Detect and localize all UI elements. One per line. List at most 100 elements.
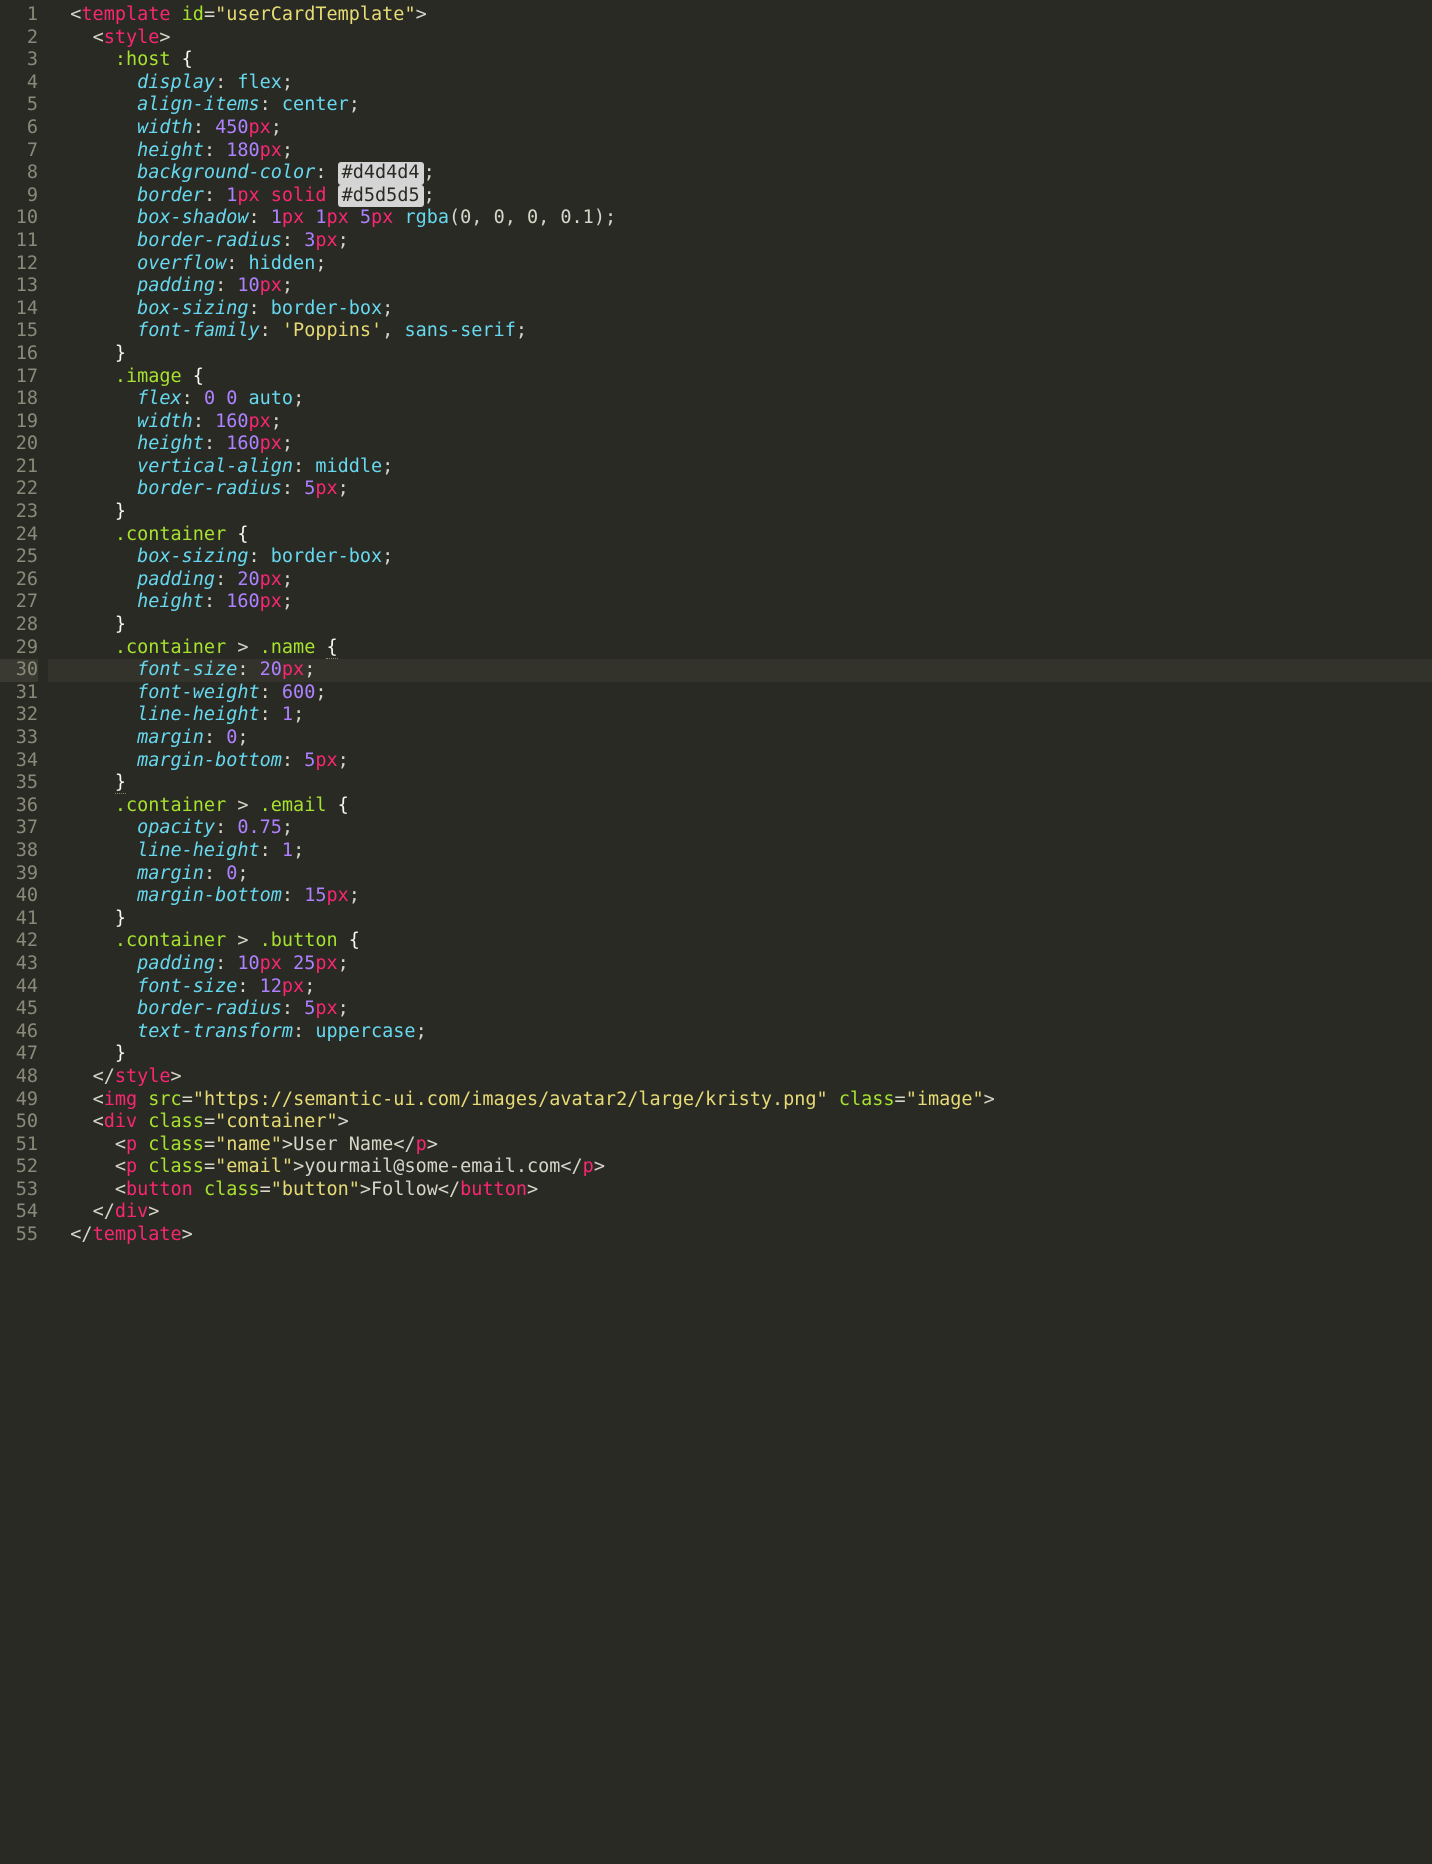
- line-number: 13: [0, 275, 38, 298]
- code-line[interactable]: display: flex;: [48, 72, 1432, 95]
- line-number: 21: [0, 456, 38, 479]
- line-number: 25: [0, 546, 38, 569]
- line-number: 8: [0, 162, 38, 185]
- code-line[interactable]: <style>: [48, 27, 1432, 50]
- line-number: 55: [0, 1224, 38, 1247]
- line-number-gutter: 1234567891011121314151617181920212223242…: [0, 0, 48, 1247]
- code-line[interactable]: font-size: 12px;: [48, 976, 1432, 999]
- code-line[interactable]: .container > .name {: [48, 637, 1432, 660]
- line-number: 31: [0, 682, 38, 705]
- code-line[interactable]: border-radius: 5px;: [48, 998, 1432, 1021]
- code-line[interactable]: }: [48, 501, 1432, 524]
- code-line[interactable]: </div>: [48, 1201, 1432, 1224]
- line-number: 15: [0, 320, 38, 343]
- code-line[interactable]: }: [48, 343, 1432, 366]
- line-number: 5: [0, 94, 38, 117]
- code-editor-content[interactable]: <template id="userCardTemplate"> <style>…: [48, 0, 1432, 1247]
- line-number: 49: [0, 1089, 38, 1112]
- code-line[interactable]: align-items: center;: [48, 94, 1432, 117]
- code-line[interactable]: flex: 0 0 auto;: [48, 388, 1432, 411]
- code-line[interactable]: </style>: [48, 1066, 1432, 1089]
- line-number: 4: [0, 72, 38, 95]
- line-number: 41: [0, 908, 38, 931]
- code-line[interactable]: }: [48, 1043, 1432, 1066]
- line-number: 35: [0, 772, 38, 795]
- code-line[interactable]: margin-bottom: 15px;: [48, 885, 1432, 908]
- code-line[interactable]: }: [48, 908, 1432, 931]
- code-line[interactable]: </template>: [48, 1224, 1432, 1247]
- code-line[interactable]: height: 180px;: [48, 140, 1432, 163]
- line-number: 22: [0, 478, 38, 501]
- code-line[interactable]: overflow: hidden;: [48, 253, 1432, 276]
- code-line[interactable]: <p class="email">yourmail@some-email.com…: [48, 1156, 1432, 1179]
- code-line[interactable]: line-height: 1;: [48, 704, 1432, 727]
- line-number: 26: [0, 569, 38, 592]
- line-number: 10: [0, 207, 38, 230]
- line-number: 48: [0, 1066, 38, 1089]
- line-number: 9: [0, 185, 38, 208]
- line-number: 32: [0, 704, 38, 727]
- code-line[interactable]: <template id="userCardTemplate">: [48, 4, 1432, 27]
- line-number: 39: [0, 863, 38, 886]
- line-number: 38: [0, 840, 38, 863]
- line-number: 52: [0, 1156, 38, 1179]
- line-number: 34: [0, 750, 38, 773]
- code-line[interactable]: <p class="name">User Name</p>: [48, 1134, 1432, 1157]
- code-line[interactable]: height: 160px;: [48, 433, 1432, 456]
- line-number: 18: [0, 388, 38, 411]
- code-line[interactable]: margin: 0;: [48, 863, 1432, 886]
- line-number: 54: [0, 1201, 38, 1224]
- code-line[interactable]: .image {: [48, 366, 1432, 389]
- code-line[interactable]: }: [48, 614, 1432, 637]
- code-line[interactable]: :host {: [48, 49, 1432, 72]
- code-line[interactable]: margin: 0;: [48, 727, 1432, 750]
- line-number: 50: [0, 1111, 38, 1134]
- code-line[interactable]: <div class="container">: [48, 1111, 1432, 1134]
- line-number: 40: [0, 885, 38, 908]
- code-line[interactable]: padding: 10px 25px;: [48, 953, 1432, 976]
- line-number: 30: [0, 659, 38, 682]
- code-line[interactable]: background-color: #d4d4d4;: [48, 162, 1432, 185]
- line-number: 29: [0, 637, 38, 660]
- code-line[interactable]: margin-bottom: 5px;: [48, 750, 1432, 773]
- code-line[interactable]: .container > .button {: [48, 930, 1432, 953]
- code-line[interactable]: <img src="https://semantic-ui.com/images…: [48, 1089, 1432, 1112]
- line-number: 19: [0, 411, 38, 434]
- code-line[interactable]: box-sizing: border-box;: [48, 298, 1432, 321]
- code-line[interactable]: width: 450px;: [48, 117, 1432, 140]
- code-line[interactable]: .container {: [48, 524, 1432, 547]
- line-number: 37: [0, 817, 38, 840]
- code-line[interactable]: padding: 10px;: [48, 275, 1432, 298]
- code-line[interactable]: }: [48, 772, 1432, 795]
- line-number: 53: [0, 1179, 38, 1202]
- line-number: 12: [0, 253, 38, 276]
- code-line[interactable]: <button class="button">Follow</button>: [48, 1179, 1432, 1202]
- line-number: 23: [0, 501, 38, 524]
- line-number: 14: [0, 298, 38, 321]
- code-line[interactable]: text-transform: uppercase;: [48, 1021, 1432, 1044]
- code-line[interactable]: box-sizing: border-box;: [48, 546, 1432, 569]
- code-line[interactable]: height: 160px;: [48, 591, 1432, 614]
- code-line[interactable]: vertical-align: middle;: [48, 456, 1432, 479]
- code-line[interactable]: width: 160px;: [48, 411, 1432, 434]
- code-line[interactable]: .container > .email {: [48, 795, 1432, 818]
- code-line[interactable]: line-height: 1;: [48, 840, 1432, 863]
- code-line[interactable]: border-radius: 3px;: [48, 230, 1432, 253]
- line-number: 47: [0, 1043, 38, 1066]
- line-number: 46: [0, 1021, 38, 1044]
- code-line[interactable]: font-family: 'Poppins', sans-serif;: [48, 320, 1432, 343]
- code-line[interactable]: font-size: 20px;: [48, 659, 1432, 682]
- line-number: 36: [0, 795, 38, 818]
- line-number: 45: [0, 998, 38, 1021]
- line-number: 3: [0, 49, 38, 72]
- line-number: 42: [0, 930, 38, 953]
- line-number: 33: [0, 727, 38, 750]
- code-line[interactable]: font-weight: 600;: [48, 682, 1432, 705]
- code-line[interactable]: border-radius: 5px;: [48, 478, 1432, 501]
- line-number: 24: [0, 524, 38, 547]
- code-line[interactable]: border: 1px solid #d5d5d5;: [48, 185, 1432, 208]
- code-line[interactable]: opacity: 0.75;: [48, 817, 1432, 840]
- code-line[interactable]: padding: 20px;: [48, 569, 1432, 592]
- line-number: 1: [0, 4, 38, 27]
- code-line[interactable]: box-shadow: 1px 1px 5px rgba(0, 0, 0, 0.…: [48, 207, 1432, 230]
